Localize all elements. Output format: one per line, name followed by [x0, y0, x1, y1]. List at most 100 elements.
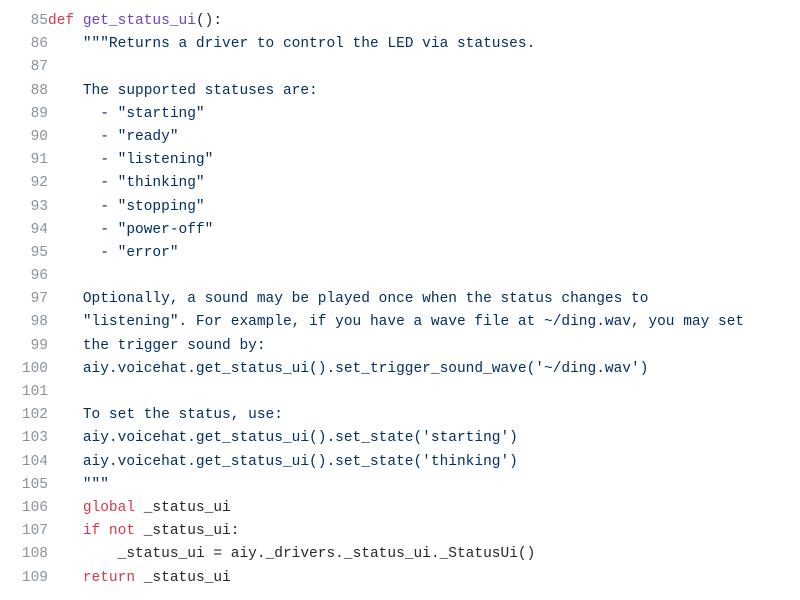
- line-number: 102: [0, 404, 48, 427]
- code-line: 98 "listening". For example, if you have…: [0, 311, 800, 334]
- token-str: Optionally, a sound may be played once w…: [83, 291, 649, 307]
- line-number: 98: [0, 311, 48, 334]
- code-line: 99 the trigger sound by:: [0, 335, 800, 358]
- token-str: To set the status, use:: [83, 407, 283, 423]
- code-line: 109 return _status_ui: [0, 567, 800, 590]
- code-content: if not _status_ui:: [48, 520, 800, 543]
- line-number: 109: [0, 567, 48, 590]
- token-str: "listening". For example, if you have a …: [83, 314, 744, 330]
- token-str: - "error": [83, 245, 179, 261]
- code-line: 95 - "error": [0, 242, 800, 265]
- code-content: the trigger sound by:: [48, 335, 800, 358]
- code-content: - "listening": [48, 149, 800, 172]
- line-number: 100: [0, 358, 48, 381]
- code-content: _status_ui = aiy._drivers._status_ui._St…: [48, 543, 800, 566]
- code-content: [48, 56, 800, 79]
- code-line: 94 - "power-off": [0, 219, 800, 242]
- line-number: 95: [0, 242, 48, 265]
- code-content: [48, 265, 800, 288]
- code-line: 104 aiy.voicehat.get_status_ui().set_sta…: [0, 451, 800, 474]
- code-content: To set the status, use:: [48, 404, 800, 427]
- line-number: 90: [0, 126, 48, 149]
- code-content: aiy.voicehat.get_status_ui().set_state('…: [48, 451, 800, 474]
- code-content: Optionally, a sound may be played once w…: [48, 288, 800, 311]
- code-line: 85def get_status_ui():: [0, 10, 800, 33]
- line-number: 87: [0, 56, 48, 79]
- token-str: """Returns a driver to control the LED v…: [83, 36, 535, 52]
- code-line: 92 - "thinking": [0, 172, 800, 195]
- token-str: aiy.voicehat.get_status_ui().set_state('…: [83, 430, 518, 446]
- token-kw: global: [83, 500, 135, 516]
- line-number: 106: [0, 497, 48, 520]
- code-line: 91 - "listening": [0, 149, 800, 172]
- code-content: """Returns a driver to control the LED v…: [48, 33, 800, 56]
- line-number: 92: [0, 172, 48, 195]
- token-op: _status_ui: [135, 500, 231, 516]
- code-line: 102 To set the status, use:: [0, 404, 800, 427]
- code-line: 100 aiy.voicehat.get_status_ui().set_tri…: [0, 358, 800, 381]
- code-line: 93 - "stopping": [0, 196, 800, 219]
- token-str: - "stopping": [83, 199, 205, 215]
- code-line: 90 - "ready": [0, 126, 800, 149]
- token-str: - "thinking": [83, 175, 205, 191]
- code-content: global _status_ui: [48, 497, 800, 520]
- token-str: aiy.voicehat.get_status_ui().set_state('…: [83, 454, 518, 470]
- code-content: - "power-off": [48, 219, 800, 242]
- line-number: 85: [0, 10, 48, 33]
- code-content: def get_status_ui():: [48, 10, 800, 33]
- token-kw: def: [48, 13, 83, 29]
- line-number: 108: [0, 543, 48, 566]
- token-str: - "starting": [83, 106, 205, 122]
- token-str: - "ready": [83, 129, 179, 145]
- token-fn: get_status_ui: [83, 13, 196, 29]
- code-content: aiy.voicehat.get_status_ui().set_trigger…: [48, 358, 800, 381]
- code-line: 107 if not _status_ui:: [0, 520, 800, 543]
- token-op: _status_ui: [135, 570, 231, 586]
- line-number: 86: [0, 33, 48, 56]
- code-line: 88 The supported statuses are:: [0, 80, 800, 103]
- code-content: - "ready": [48, 126, 800, 149]
- line-number: 93: [0, 196, 48, 219]
- token-kw: if: [83, 523, 100, 539]
- token-str: """: [83, 477, 109, 493]
- token-str: The supported statuses are:: [83, 83, 318, 99]
- code-content: - "stopping": [48, 196, 800, 219]
- line-number: 91: [0, 149, 48, 172]
- line-number: 89: [0, 103, 48, 126]
- line-number: 99: [0, 335, 48, 358]
- line-number: 88: [0, 80, 48, 103]
- line-number: 105: [0, 474, 48, 497]
- line-number: 103: [0, 427, 48, 450]
- code-content: - "error": [48, 242, 800, 265]
- token-op: _status_ui:: [135, 523, 239, 539]
- code-line: 105 """: [0, 474, 800, 497]
- code-content: "listening". For example, if you have a …: [48, 311, 800, 334]
- code-line: 108 _status_ui = aiy._drivers._status_ui…: [0, 543, 800, 566]
- line-number: 97: [0, 288, 48, 311]
- code-line: 89 - "starting": [0, 103, 800, 126]
- token-kw: not: [109, 523, 135, 539]
- code-line: 106 global _status_ui: [0, 497, 800, 520]
- code-content: aiy.voicehat.get_status_ui().set_state('…: [48, 427, 800, 450]
- token-op: ():: [196, 13, 222, 29]
- code-line: 101: [0, 381, 800, 404]
- token-op: _status_ui = aiy._drivers._status_ui._St…: [118, 546, 536, 562]
- code-content: - "thinking": [48, 172, 800, 195]
- code-block: 85def get_status_ui():86 """Returns a dr…: [0, 10, 800, 590]
- code-line: 103 aiy.voicehat.get_status_ui().set_sta…: [0, 427, 800, 450]
- line-number: 96: [0, 265, 48, 288]
- code-line: 86 """Returns a driver to control the LE…: [0, 33, 800, 56]
- code-content: The supported statuses are:: [48, 80, 800, 103]
- token-op: [100, 523, 109, 539]
- code-content: - "starting": [48, 103, 800, 126]
- token-str: aiy.voicehat.get_status_ui().set_trigger…: [83, 361, 649, 377]
- code-line: 96: [0, 265, 800, 288]
- code-content: """: [48, 474, 800, 497]
- line-number: 94: [0, 219, 48, 242]
- token-kw: return: [83, 570, 135, 586]
- line-number: 107: [0, 520, 48, 543]
- code-line: 97 Optionally, a sound may be played onc…: [0, 288, 800, 311]
- code-line: 87: [0, 56, 800, 79]
- line-number: 104: [0, 451, 48, 474]
- code-content: return _status_ui: [48, 567, 800, 590]
